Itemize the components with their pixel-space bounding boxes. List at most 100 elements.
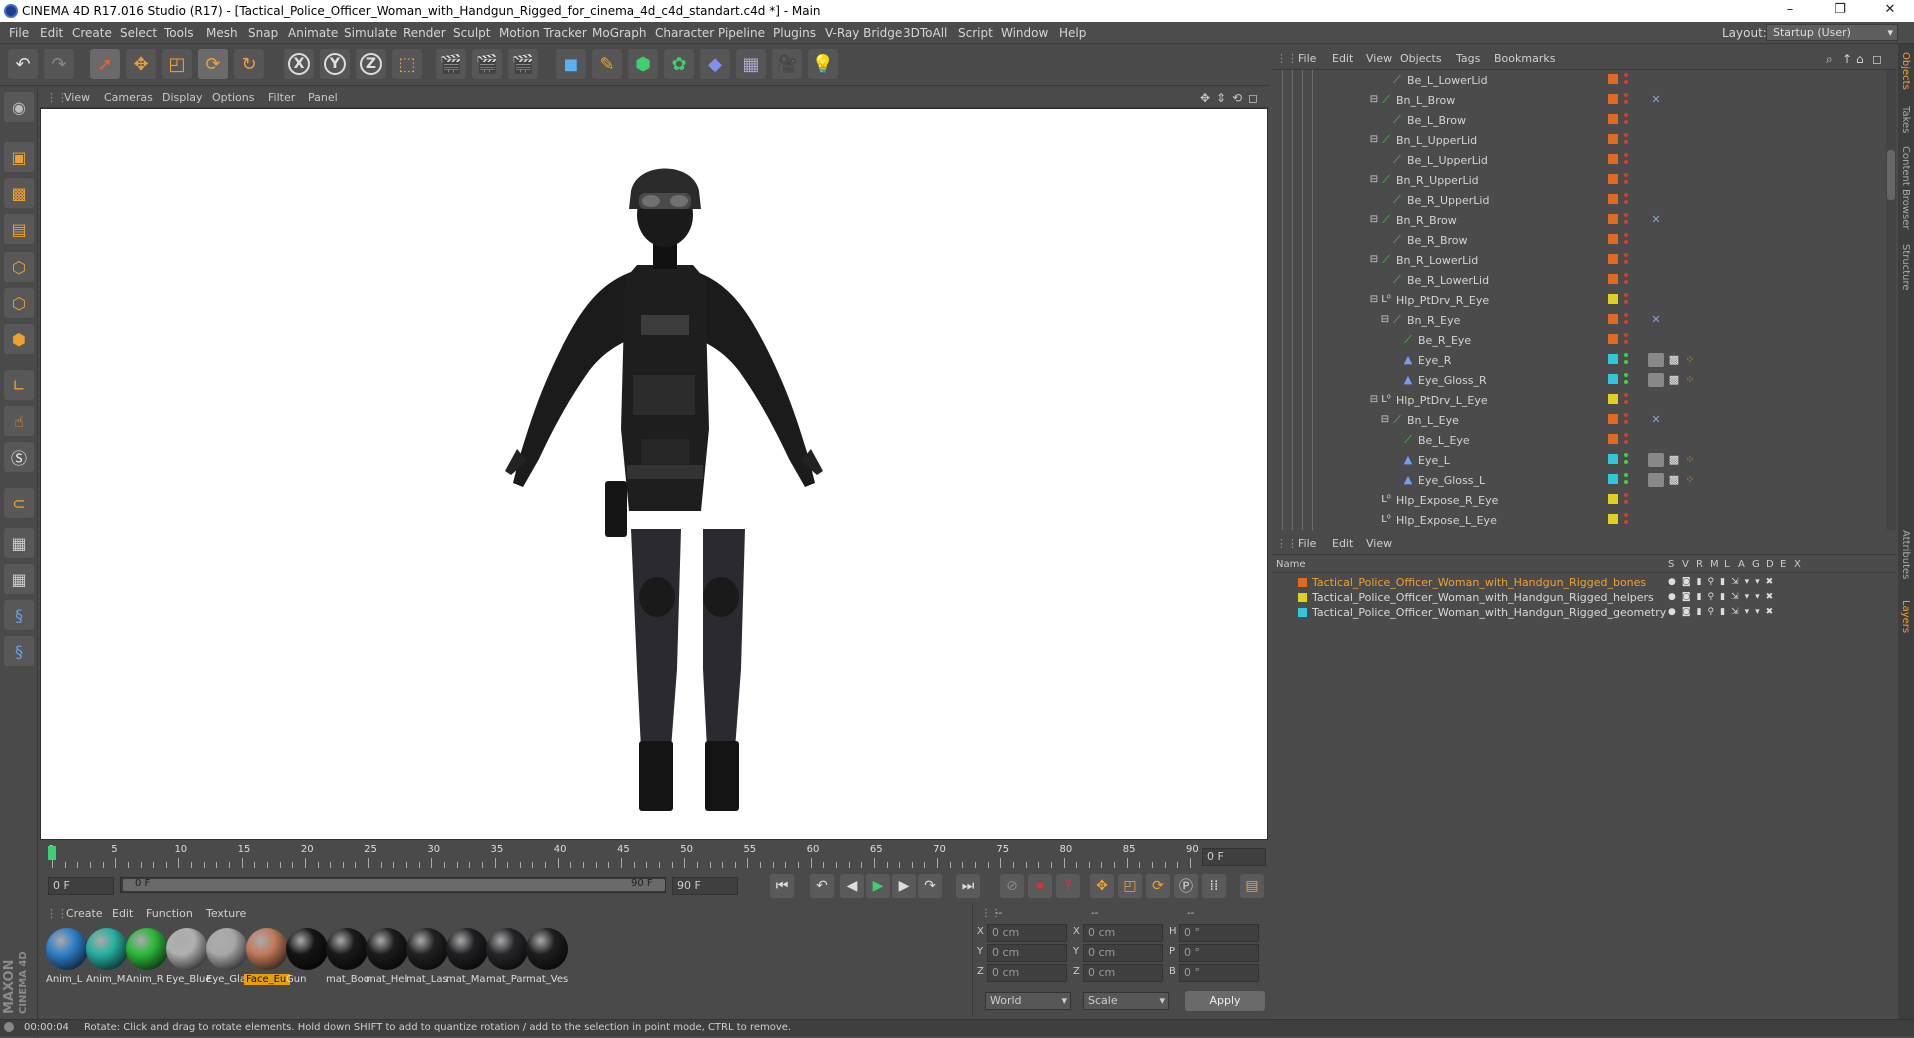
deformer-icon[interactable]: ◆ [700, 49, 730, 79]
object-row[interactable]: ⟋ Be_L_Eye [1272, 430, 1886, 450]
model-mode-icon[interactable]: ▣ [4, 142, 34, 172]
viewport-move-icon[interactable]: ✥ [1200, 91, 1210, 105]
tab-objects[interactable]: Objects [1900, 52, 1911, 90]
layer-row[interactable]: Tactical_Police_Officer_Woman_with_Handg… [1272, 590, 1896, 605]
render-visibility-dot[interactable] [1624, 440, 1628, 444]
ik-tag-icon[interactable]: ✕ [1650, 414, 1662, 426]
layer-color-tag[interactable] [1608, 154, 1618, 164]
object-row[interactable]: ⊟ ⟋ Bn_L_UpperLid [1272, 130, 1886, 150]
x-axis-toggle[interactable]: X [284, 49, 314, 79]
subdivision-icon[interactable]: ⬢ [628, 49, 658, 79]
object-row[interactable]: ⟋ Be_R_Brow [1272, 230, 1886, 250]
editor-visibility-dot[interactable] [1624, 173, 1628, 177]
ik-tag-icon[interactable]: ✕ [1650, 94, 1662, 106]
object-row[interactable]: L⁰ Hlp_Expose_L_Eye [1272, 510, 1886, 530]
collapse-toggle-icon[interactable]: ⊟ [1368, 174, 1380, 186]
cube-icon[interactable]: ◼ [556, 49, 586, 79]
lock-workplane-icon[interactable]: ▦ [4, 528, 34, 558]
editor-visibility-dot[interactable] [1624, 513, 1628, 517]
om-menu-view[interactable]: View [1366, 52, 1392, 65]
coord-mode-select[interactable]: Scale ▾ [1083, 992, 1169, 1010]
layer-flag-icons[interactable]: ●◙▮⚲▮⇲▾▾✖ [1668, 592, 1779, 602]
new-view-icon[interactable]: ◻ [1872, 52, 1882, 66]
render-visibility-dot[interactable] [1624, 80, 1628, 84]
editor-visibility-dot[interactable] [1624, 413, 1628, 417]
snap-icon[interactable]: Ⓢ [4, 442, 34, 472]
phong-tag-icon[interactable] [1648, 453, 1664, 467]
selection-tag-icon[interactable]: ⁘ [1684, 474, 1696, 486]
visibility-dots[interactable] [1624, 213, 1628, 227]
redo-icon[interactable]: ↷ [44, 49, 74, 79]
visibility-dots[interactable] [1624, 173, 1628, 187]
layer-color-tag[interactable] [1608, 334, 1618, 344]
next-key-icon[interactable]: ↷ [918, 874, 942, 898]
layer-color-tag[interactable] [1608, 454, 1618, 464]
visibility-dots[interactable] [1624, 153, 1628, 167]
object-row[interactable]: ⊟ ⟋ Bn_R_Brow ✕ [1272, 210, 1886, 230]
render-visibility-dot[interactable] [1624, 180, 1628, 184]
object-row[interactable]: ⊟ ⟋ Bn_L_Brow ✕ [1272, 90, 1886, 110]
apply-button[interactable]: Apply [1185, 991, 1265, 1011]
texture-tag-icon[interactable]: ▩ [1668, 474, 1680, 486]
layer-menu-view[interactable]: View [1366, 537, 1392, 550]
y-axis-toggle[interactable]: Y [320, 49, 350, 79]
tab-attributes[interactable]: Attributes [1900, 530, 1911, 579]
editor-visibility-dot[interactable] [1624, 273, 1628, 277]
editor-visibility-dot[interactable] [1624, 93, 1628, 97]
layer-color-tag[interactable] [1608, 194, 1618, 204]
coord-value-field[interactable]: 0 cm [1083, 964, 1163, 982]
render-visibility-dot[interactable] [1624, 100, 1628, 104]
floor-icon[interactable]: ▦ [736, 49, 766, 79]
viewport-menu-view[interactable]: View [64, 91, 90, 104]
restore-button[interactable]: ❐ [1820, 2, 1860, 20]
menu-select[interactable]: Select [120, 26, 157, 40]
layer-color-tag[interactable] [1608, 394, 1618, 404]
object-row[interactable]: ⊟ ⟋ Bn_L_Eye ✕ [1272, 410, 1886, 430]
render-settings-icon[interactable]: 🎬 [508, 49, 538, 79]
keyframe-selection-icon[interactable]: ? [1056, 874, 1080, 898]
start-frame-field[interactable]: 0 F [48, 877, 114, 895]
object-row[interactable]: ⟋ Be_L_UpperLid [1272, 150, 1886, 170]
coord-value-field[interactable]: 0 cm [1083, 944, 1163, 962]
key-scale-icon[interactable]: ◰ [1118, 874, 1142, 898]
layer-color-tag[interactable] [1608, 314, 1618, 324]
visibility-dots[interactable] [1624, 373, 1628, 387]
om-menu-objects[interactable]: Objects [1400, 52, 1442, 65]
menu-file[interactable]: File [9, 26, 29, 40]
tab-layers[interactable]: Layers [1900, 600, 1911, 633]
camera-icon[interactable]: 🎥 [772, 49, 802, 79]
layer-color-tag[interactable] [1608, 494, 1618, 504]
ik-tag-icon[interactable]: ✕ [1650, 314, 1662, 326]
home-icon[interactable]: ⌂ [1856, 52, 1864, 66]
collapse-toggle-icon[interactable]: ⊟ [1368, 94, 1380, 106]
visibility-dots[interactable] [1624, 493, 1628, 507]
go-to-end-icon[interactable]: ⏭ [956, 874, 980, 898]
object-row[interactable]: ⊟ ⟋ Bn_R_LowerLid [1272, 250, 1886, 270]
layout-select[interactable]: Startup (User) ▾ [1766, 24, 1898, 41]
coord-value-field[interactable]: 0 cm [1083, 924, 1163, 942]
phong-tag-icon[interactable] [1648, 353, 1664, 367]
layer-menu-file[interactable]: File [1298, 537, 1316, 550]
editor-visibility-dot[interactable] [1624, 293, 1628, 297]
render-visibility-dot[interactable] [1624, 520, 1628, 524]
scroll-thumb[interactable] [1887, 150, 1895, 200]
layer-color-tag[interactable] [1608, 434, 1618, 444]
axis-icon[interactable]: ∟ [4, 370, 34, 400]
object-row[interactable]: ⟋ Be_R_LowerLid [1272, 270, 1886, 290]
collapse-toggle-icon[interactable]: ⊟ [1368, 214, 1380, 226]
viewport-menu-filter[interactable]: Filter [268, 91, 295, 104]
selection-tag-icon[interactable]: ⁘ [1684, 454, 1696, 466]
layer-color-tag[interactable] [1608, 134, 1618, 144]
layer-color-swatch[interactable] [1298, 608, 1307, 617]
object-row[interactable]: ⊟ L⁰ Hlp_PtDrv_L_Eye [1272, 390, 1886, 410]
render-visibility-dot[interactable] [1624, 120, 1628, 124]
key-pla-icon[interactable]: ⁞⁞ [1202, 874, 1226, 898]
prev-key-icon[interactable]: ↶ [810, 874, 834, 898]
texture-tag-icon[interactable]: ▩ [1668, 454, 1680, 466]
collapse-toggle-icon[interactable]: ⊟ [1368, 394, 1380, 406]
menu-create[interactable]: Create [72, 26, 112, 40]
viewport-rotate-icon[interactable]: ⟲ [1232, 91, 1242, 105]
texture-tag-icon[interactable]: ▩ [1668, 374, 1680, 386]
render-visibility-dot[interactable] [1624, 300, 1628, 304]
layer-color-tag[interactable] [1608, 214, 1618, 224]
